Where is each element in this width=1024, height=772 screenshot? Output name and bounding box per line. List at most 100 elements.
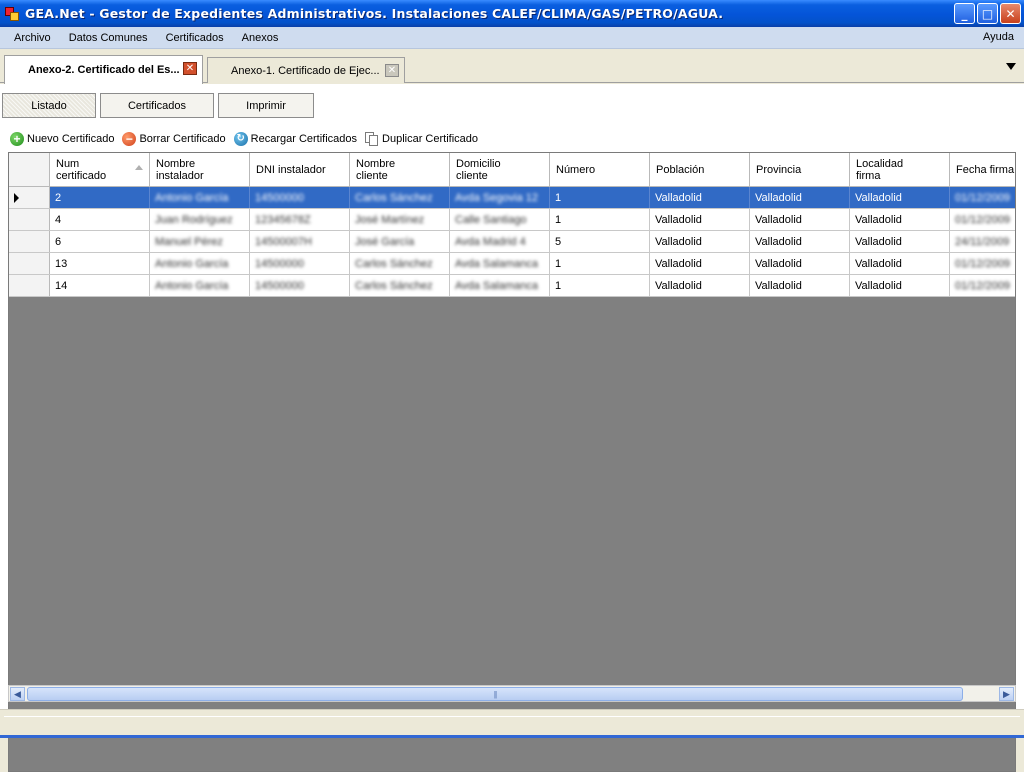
tab-listado[interactable]: Listado: [2, 93, 96, 118]
menu-archivo[interactable]: Archivo: [0, 32, 60, 44]
cell-domicilio-cliente[interactable]: Avda Salamanca: [450, 275, 550, 296]
cell-fecha-firma[interactable]: 01/12/2009: [950, 275, 1015, 296]
cell-provincia[interactable]: Valladolid: [750, 253, 850, 274]
close-button[interactable]: ✕: [1000, 3, 1021, 24]
cell-numero[interactable]: 1: [550, 209, 650, 230]
cell-fecha-firma[interactable]: 01/12/2009: [950, 187, 1015, 208]
cell-nombre-cliente[interactable]: José Martínez: [350, 209, 450, 230]
tab-certificados[interactable]: Certificados: [100, 93, 214, 118]
cell-poblacion[interactable]: Valladolid: [650, 253, 750, 274]
cell-poblacion[interactable]: Valladolid: [650, 231, 750, 252]
tab-label: Anexo-1. Certificado de Ejec...: [231, 64, 380, 77]
cell-dni-instalador[interactable]: 14500007H: [250, 231, 350, 252]
cell-localidad-firma[interactable]: Valladolid: [850, 253, 950, 274]
cell-nombre-instalador[interactable]: Juan Rodríguez: [150, 209, 250, 230]
tab-anexo-1[interactable]: Anexo-1. Certificado de Ejec... ✕: [207, 57, 405, 83]
column-header-nombre-instalador[interactable]: Nombre instalador: [150, 153, 250, 187]
cell-num-certificado[interactable]: 14: [50, 275, 150, 296]
cell-fecha-firma[interactable]: 24/11/2009: [950, 231, 1015, 252]
cell-domicilio-cliente[interactable]: Avda Salamanca: [450, 253, 550, 274]
column-header-numero[interactable]: Número: [550, 153, 650, 187]
reload-certificates-button[interactable]: ↻ Recargar Certificados: [233, 132, 357, 146]
cell-numero[interactable]: 1: [550, 275, 650, 296]
row-header[interactable]: [9, 275, 50, 296]
cell-dni-instalador[interactable]: 12345678Z: [250, 209, 350, 230]
scroll-thumb[interactable]: |||: [27, 687, 963, 701]
cell-dni-instalador[interactable]: 14500000: [250, 275, 350, 296]
cell-num-certificado[interactable]: 4: [50, 209, 150, 230]
new-certificate-button[interactable]: + Nuevo Certificado: [10, 132, 114, 146]
cell-nombre-instalador[interactable]: Manuel Pérez: [150, 231, 250, 252]
cell-nombre-instalador[interactable]: Antonio García: [150, 275, 250, 296]
table-row[interactable]: 2 Antonio García 14500000 Carlos Sánchez Avd…: [9, 187, 1015, 209]
cell-provincia[interactable]: Valladolid: [750, 187, 850, 208]
cell-domicilio-cliente[interactable]: Avda Segovia 12: [450, 187, 550, 208]
minimize-button[interactable]: _: [954, 3, 975, 24]
cell-fecha-firma[interactable]: 01/12/2009: [950, 253, 1015, 274]
cell-localidad-firma[interactable]: Valladolid: [850, 231, 950, 252]
column-header-fecha-firma[interactable]: Fecha firma: [950, 153, 1015, 187]
cell-localidad-firma[interactable]: Valladolid: [850, 275, 950, 296]
cell-nombre-cliente[interactable]: Carlos Sánchez: [350, 275, 450, 296]
close-tab-icon[interactable]: ✕: [183, 62, 197, 75]
cell-fecha-firma[interactable]: 01/12/2009: [950, 209, 1015, 230]
cell-nombre-cliente[interactable]: Carlos Sánchez: [350, 187, 450, 208]
table-row[interactable]: 13 Antonio García 14500000 Carlos Sánchez Av…: [9, 253, 1015, 275]
cell-dni-instalador[interactable]: 14500000: [250, 253, 350, 274]
cell-num-certificado[interactable]: 6: [50, 231, 150, 252]
cell-num-certificado-text: 6: [55, 235, 62, 248]
certificates-grid[interactable]: Num certificado Nombre instalador DNI in…: [8, 152, 1016, 772]
row-header[interactable]: [9, 231, 50, 252]
horizontal-scrollbar[interactable]: ◀ ||| ▶: [8, 685, 1016, 702]
cell-nombre-cliente[interactable]: Carlos Sánchez: [350, 253, 450, 274]
menu-datos-comunes[interactable]: Datos Comunes: [60, 32, 157, 44]
window-controls: _ □ ✕: [954, 3, 1021, 24]
cell-provincia[interactable]: Valladolid: [750, 209, 850, 230]
column-header-poblacion[interactable]: Población: [650, 153, 750, 187]
table-row[interactable]: 4 Juan Rodríguez 12345678Z José Martínez Cal…: [9, 209, 1015, 231]
column-header-localidad-firma[interactable]: Localidad firma: [850, 153, 950, 187]
cell-numero[interactable]: 5: [550, 231, 650, 252]
cell-provincia[interactable]: Valladolid: [750, 275, 850, 296]
column-header-domicilio-cliente[interactable]: Domicilio cliente: [450, 153, 550, 187]
tab-anexo-2[interactable]: Anexo-2. Certificado del Es... ✕: [4, 55, 203, 84]
duplicate-certificate-button[interactable]: Duplicar Certificado: [365, 132, 478, 146]
cell-nombre-instalador[interactable]: Antonio García: [150, 187, 250, 208]
cell-num-certificado[interactable]: 13: [50, 253, 150, 274]
delete-certificate-button[interactable]: − Borrar Certificado: [122, 132, 226, 146]
tab-list-dropdown-icon[interactable]: [1006, 63, 1016, 70]
cell-dni-instalador[interactable]: 14500000: [250, 187, 350, 208]
close-tab-icon[interactable]: ✕: [385, 64, 399, 77]
cell-domicilio-cliente[interactable]: Avda Madrid 4: [450, 231, 550, 252]
cell-domicilio-cliente[interactable]: Calle Santiago: [450, 209, 550, 230]
cell-localidad-firma[interactable]: Valladolid: [850, 187, 950, 208]
cell-nombre-instalador[interactable]: Antonio García: [150, 253, 250, 274]
cell-provincia[interactable]: Valladolid: [750, 231, 850, 252]
row-header[interactable]: [9, 209, 50, 230]
cell-poblacion[interactable]: Valladolid: [650, 187, 750, 208]
maximize-button[interactable]: □: [977, 3, 998, 24]
column-header-provincia[interactable]: Provincia: [750, 153, 850, 187]
row-header[interactable]: [9, 253, 50, 274]
column-header-nombre-cliente[interactable]: Nombre cliente: [350, 153, 450, 187]
scroll-left-icon[interactable]: ◀: [10, 687, 25, 701]
cell-poblacion[interactable]: Valladolid: [650, 275, 750, 296]
cell-nombre-cliente[interactable]: José García: [350, 231, 450, 252]
column-header-dni-instalador[interactable]: DNI instalador: [250, 153, 350, 187]
row-header[interactable]: [9, 187, 50, 208]
scroll-right-icon[interactable]: ▶: [999, 687, 1014, 701]
cell-localidad-firma[interactable]: Valladolid: [850, 209, 950, 230]
cell-numero-text: 1: [555, 191, 562, 204]
column-header-num-certificado[interactable]: Num certificado: [50, 153, 150, 187]
menu-anexos[interactable]: Anexos: [233, 32, 288, 44]
menu-ayuda[interactable]: Ayuda: [983, 31, 1014, 43]
table-row[interactable]: 14 Antonio García 14500000 Carlos Sánchez Av…: [9, 275, 1015, 297]
cell-num-certificado[interactable]: 2: [50, 187, 150, 208]
title-bar[interactable]: GEA.Net - Gestor de Expedientes Administ…: [0, 0, 1024, 27]
cell-numero[interactable]: 1: [550, 253, 650, 274]
menu-certificados[interactable]: Certificados: [157, 32, 233, 44]
cell-poblacion[interactable]: Valladolid: [650, 209, 750, 230]
tab-imprimir[interactable]: Imprimir: [218, 93, 314, 118]
cell-numero[interactable]: 1: [550, 187, 650, 208]
table-row[interactable]: 6 Manuel Pérez 14500007H José García Avda Ma…: [9, 231, 1015, 253]
